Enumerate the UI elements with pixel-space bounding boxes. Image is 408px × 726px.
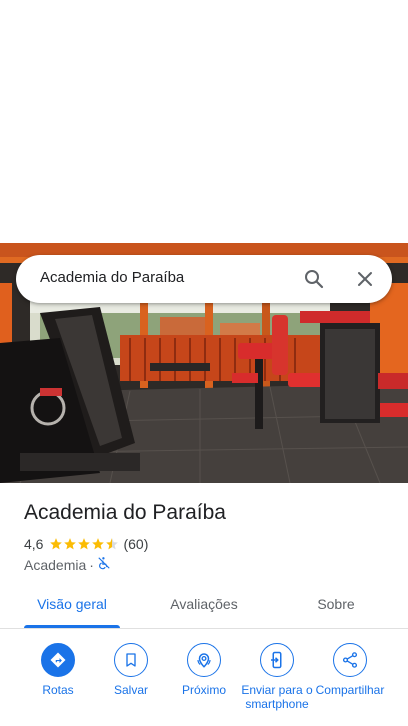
- nearby-button[interactable]: Próximo: [166, 643, 242, 697]
- search-bar[interactable]: Academia do Paraíba: [16, 255, 392, 303]
- active-tab-indicator: [24, 625, 120, 628]
- send-to-phone-label: Enviar para o smartphone: [241, 683, 313, 711]
- half-star-icon: [106, 538, 119, 550]
- bookmark-icon: [114, 643, 148, 677]
- separator: ·: [89, 556, 94, 573]
- directions-button[interactable]: Rotas: [20, 643, 96, 697]
- star-icon: [50, 538, 63, 550]
- no-wheelchair-icon: [97, 556, 111, 573]
- review-count[interactable]: (60): [123, 536, 148, 552]
- action-bar: Rotas Salvar Próximo Enviar para o smart…: [0, 643, 408, 726]
- save-label: Salvar: [113, 683, 148, 697]
- share-button[interactable]: Compartilhar: [312, 643, 388, 697]
- nearby-icon: [187, 643, 221, 677]
- place-category: Academia: [24, 556, 87, 573]
- map-blank-area: [0, 0, 408, 243]
- send-to-phone-icon: [260, 643, 294, 677]
- search-query-text[interactable]: Academia do Paraíba: [40, 269, 184, 286]
- share-label: Compartilhar: [315, 683, 385, 697]
- tab-overview-label: Visão geral: [37, 596, 107, 612]
- star-icon: [78, 538, 91, 550]
- category-row: Academia ·: [24, 556, 111, 573]
- tab-reviews[interactable]: Avaliações: [156, 582, 252, 628]
- rating-value: 4,6: [24, 536, 44, 552]
- send-to-phone-button[interactable]: Enviar para o smartphone: [239, 643, 315, 711]
- save-button[interactable]: Salvar: [93, 643, 169, 697]
- star-icon: [92, 538, 105, 550]
- star-rating: [49, 537, 119, 551]
- tab-bar: Visão geral Avaliações Sobre: [0, 582, 408, 629]
- share-icon: [333, 643, 367, 677]
- search-icon[interactable]: [302, 267, 326, 291]
- tab-overview[interactable]: Visão geral: [24, 582, 120, 628]
- tab-reviews-label: Avaliações: [170, 596, 238, 612]
- tab-about-label: Sobre: [317, 596, 355, 612]
- tab-about[interactable]: Sobre: [296, 582, 376, 628]
- directions-label: Rotas: [42, 683, 74, 697]
- directions-icon: [41, 643, 75, 677]
- close-icon[interactable]: [353, 267, 377, 291]
- nearby-label: Próximo: [181, 683, 226, 697]
- place-title: Academia do Paraíba: [24, 501, 226, 524]
- rating-row: 4,6 (60): [24, 535, 148, 553]
- star-icon: [64, 538, 77, 550]
